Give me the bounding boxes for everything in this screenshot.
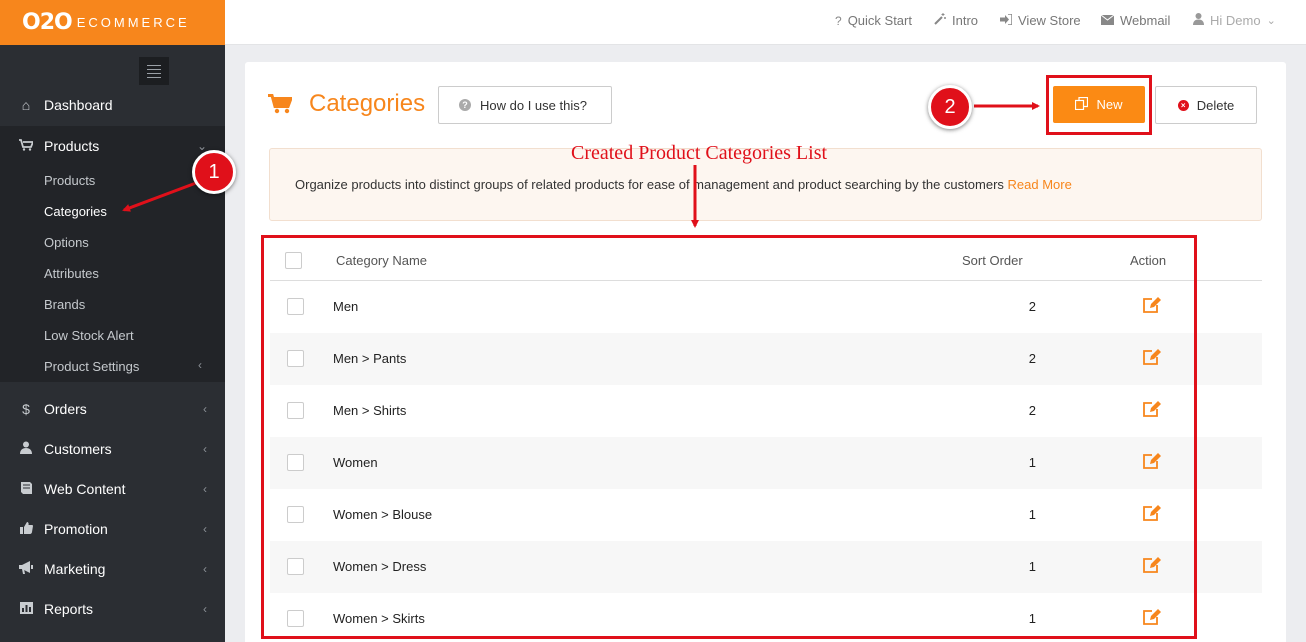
info-description: Organize products into distinct groups o… [295,177,1004,192]
sidebar-item-web-content[interactable]: Web Content ‹ [0,469,225,509]
sidebar-subitem-brands[interactable]: Brands [44,297,85,312]
chevron-left-icon: ‹ [203,442,207,456]
sidebar-item-marketing[interactable]: Marketing ‹ [0,549,225,589]
chevron-left-icon: ‹ [203,562,207,576]
annotation-badge-1: 1 [192,150,236,194]
help-button[interactable]: ? How do I use this? [438,86,612,124]
user-menu[interactable]: Hi Demo ⌄ [1193,13,1276,28]
user-icon [17,441,35,457]
sidebar-item-label: Reports [44,601,94,617]
chevron-left-icon: ‹ [203,402,207,416]
bullhorn-icon [17,561,35,577]
intro-label: Intro [952,13,979,28]
read-more-link[interactable]: Read More [1008,177,1072,192]
delete-button-label: Delete [1196,97,1235,113]
book-icon [17,481,35,497]
sidebar-item-customers[interactable]: Customers ‹ [0,429,225,469]
dollar-icon: $ [22,401,30,417]
sidebar-item-reports[interactable]: Reports ‹ [0,589,225,629]
brand-logo[interactable]: O2O ECOMMERCE [0,0,225,45]
sidebar-item-products[interactable]: Products ⌄ [0,126,225,166]
user-name-label: Hi Demo [1210,13,1261,28]
annotation-badge-2: 2 [928,85,972,129]
envelope-icon [1100,14,1115,28]
view-store-link[interactable]: View Store [1000,12,1081,28]
chevron-left-icon: ‹ [203,522,207,536]
bar-chart-icon [17,601,35,617]
sidebar-item-label: Marketing [44,561,106,577]
logo-ecommerce: ECOMMERCE [76,15,190,30]
sidebar-item-label: Orders [44,401,87,417]
thumbs-up-icon [17,521,35,537]
magic-wand-icon [934,13,946,28]
chevron-down-icon: ⌄ [1266,15,1276,27]
sidebar-item-orders[interactable]: $ Orders ‹ [0,389,225,429]
sidebar-subitem-categories[interactable]: Categories [44,204,107,219]
chevron-left-icon: ‹ [198,358,202,372]
logo-o2o: O2O [22,10,73,35]
home-icon: ⌂ [21,97,31,113]
chevron-left-icon: ‹ [203,602,207,616]
delete-button[interactable]: × Delete [1155,86,1257,124]
sidebar-subitem-products[interactable]: Products [44,173,95,188]
sidebar-subitem-options[interactable]: Options [44,235,89,250]
sidebar-item-label: Customers [44,441,112,457]
shopping-cart-icon [268,94,294,119]
new-button-highlight [1046,75,1152,135]
sidebar-item-promotion[interactable]: Promotion ‹ [0,509,225,549]
help-button-label: How do I use this? [480,97,587,113]
info-text: Organize products into distinct groups o… [295,177,1072,192]
sign-in-icon [1000,12,1013,28]
times-circle-icon: × [1177,99,1189,111]
question-icon: ? [835,13,842,28]
annotation-list-title: Created Product Categories List [571,142,828,164]
sidebar-item-label: Dashboard [44,97,113,113]
quick-start-link[interactable]: ? Quick Start [835,13,912,28]
sidebar: O2O ECOMMERCE ⌂ Dashboard Products ⌄ Pro… [0,0,225,642]
sidebar-toggle-button[interactable] [139,57,169,85]
sidebar-subitem-low-stock-alert[interactable]: Low Stock Alert [44,328,134,343]
webmail-label: Webmail [1120,13,1171,28]
category-list-highlight [261,235,1197,639]
page-title: Categories [309,90,426,117]
quick-start-label: Quick Start [847,13,912,28]
intro-link[interactable]: Intro [934,13,978,28]
shopping-cart-icon [17,138,35,154]
chevron-left-icon: ‹ [203,482,207,496]
view-store-label: View Store [1018,13,1081,28]
webmail-link[interactable]: Webmail [1100,13,1171,28]
sidebar-subitem-product-settings[interactable]: Product Settings [44,359,139,374]
sidebar-item-label: Web Content [44,481,126,497]
question-circle-icon: ? [459,99,471,111]
sidebar-subitem-attributes[interactable]: Attributes [44,266,99,281]
sidebar-item-label: Promotion [44,521,108,537]
user-icon [1193,13,1204,28]
sidebar-item-dashboard[interactable]: ⌂ Dashboard [0,85,225,125]
sidebar-item-label: Products [44,138,100,154]
